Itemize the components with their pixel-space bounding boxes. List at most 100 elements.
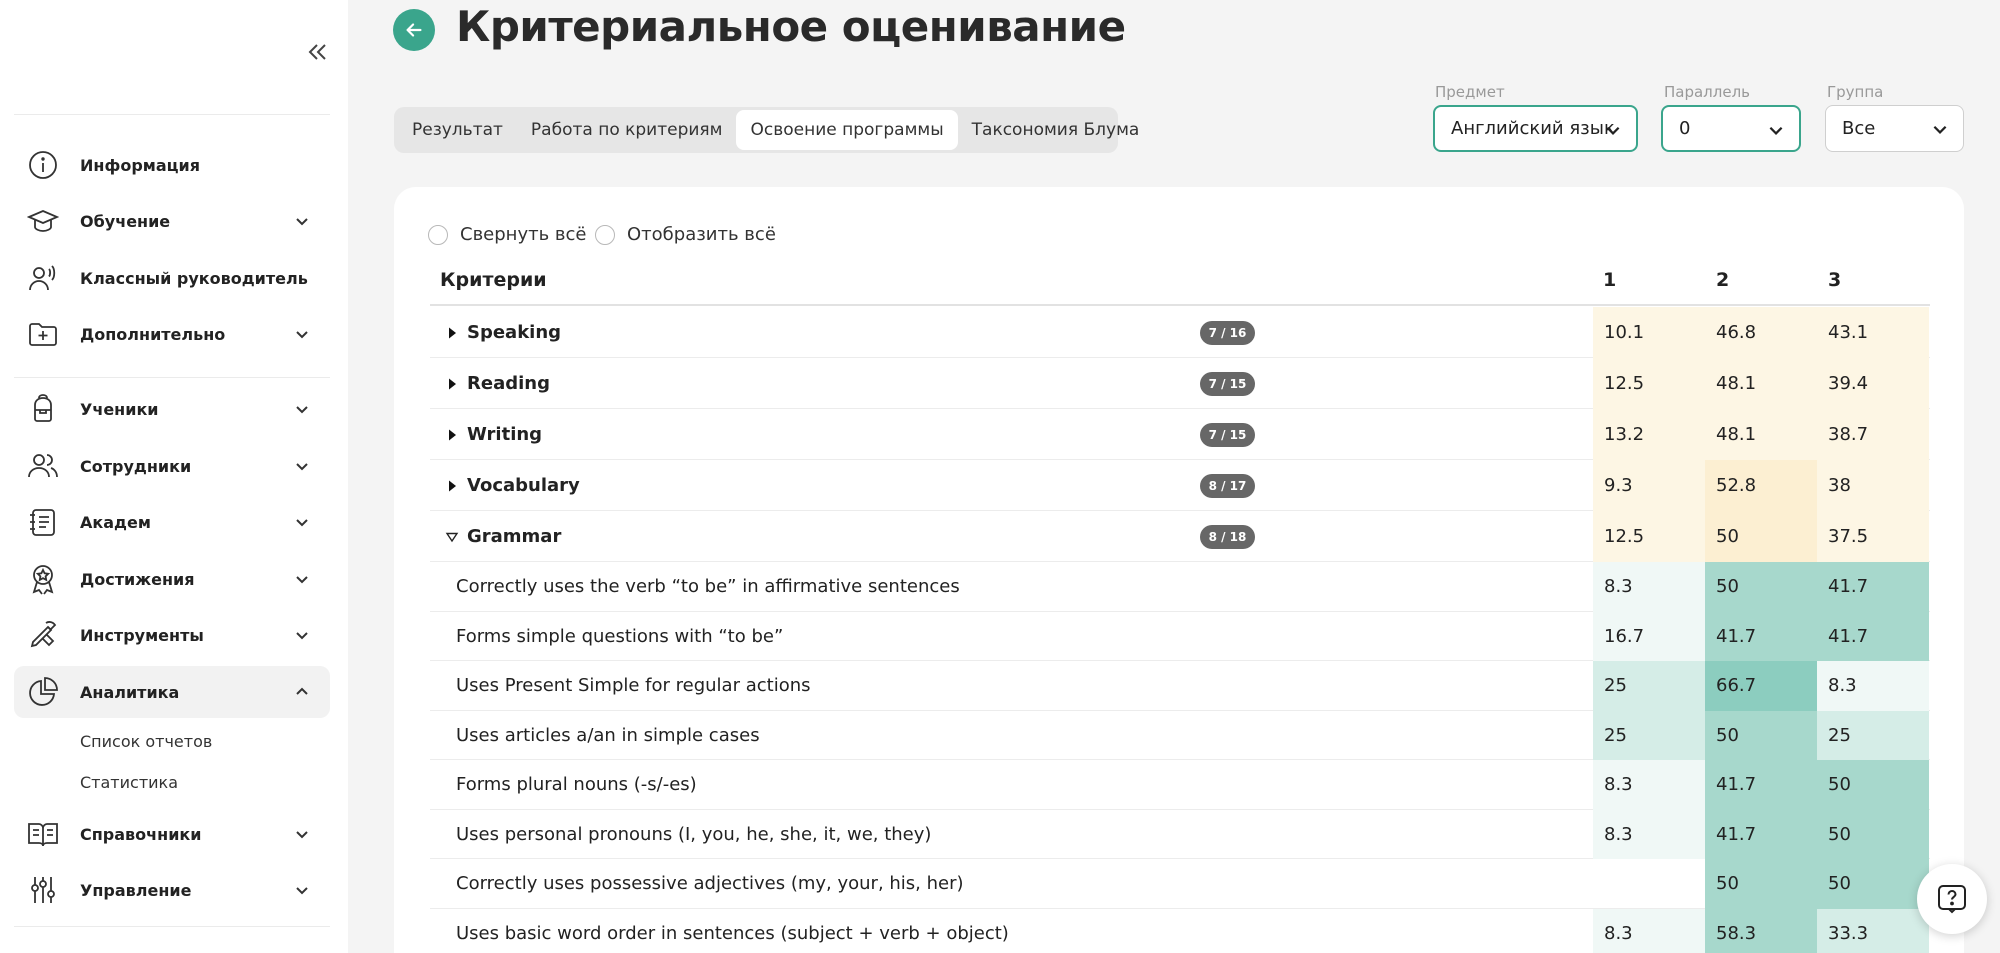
sidebar-item-label: Справочники	[80, 824, 202, 844]
sidebar-divider	[14, 377, 330, 378]
criteria-group-row[interactable]: Vocabulary 8 / 17 9.3 52.8 38	[430, 460, 1930, 511]
sidebar-item-label: Обучение	[80, 211, 171, 231]
score-cell-level-1: 10.1	[1593, 307, 1705, 358]
group-select[interactable]: Все	[1825, 105, 1964, 152]
sidebar-item-analytics[interactable]: Аналитика	[14, 666, 330, 718]
view-tabs: Результат Работа по критериям Освоение п…	[394, 107, 1139, 153]
table-header: Критерии 1 2 3	[430, 263, 1930, 306]
criteria-group-label: Writing	[467, 424, 543, 445]
score-cell-level-2: 50	[1705, 859, 1817, 909]
tab-bloom-taxonomy[interactable]: Таксономия Блума	[958, 110, 1154, 150]
score-cell-level-2: 41.7	[1705, 760, 1817, 810]
sidebar-item-tools[interactable]: Инструменты	[14, 609, 330, 661]
criteria-group-label: Reading	[467, 373, 550, 394]
tab-result[interactable]: Результат	[398, 110, 517, 150]
score-cell-level-3: 38.7	[1817, 409, 1929, 460]
criteria-group-row[interactable]: Speaking 7 / 16 10.1 46.8 43.1	[430, 307, 1930, 358]
sidebar-subitem-reports-list[interactable]: Список отчетов	[80, 732, 212, 751]
sidebar-item-label: Классный руководитель	[80, 268, 308, 288]
triangle-right-icon[interactable]	[443, 324, 461, 342]
score-cell-level-1: 8.3	[1593, 809, 1705, 859]
score-cell-level-1	[1593, 859, 1705, 909]
criterion-name: Forms simple questions with “to be”	[456, 625, 784, 647]
sidebar-item-label: Достижения	[80, 569, 195, 589]
users-icon	[26, 449, 60, 483]
criteria-group-label: Grammar	[467, 526, 562, 547]
criteria-group-name: Writing	[443, 409, 542, 460]
criterion-row: Forms simple questions with “to be” 16.7 4…	[430, 611, 1930, 661]
collapse-all-radio[interactable]: Свернуть всё	[428, 224, 587, 245]
triangle-down-outline-icon[interactable]	[443, 528, 461, 546]
sidebar-item-achievements[interactable]: Достижения	[14, 553, 330, 605]
subject-select-value: Английский язык	[1451, 118, 1615, 139]
criteria-group-row[interactable]: Reading 7 / 15 12.5 48.1 39.4	[430, 358, 1930, 409]
score-cell-level-2: 48.1	[1705, 409, 1817, 460]
collapse-sidebar-button[interactable]	[306, 40, 330, 70]
sidebar-item-education[interactable]: Обучение	[14, 195, 330, 247]
page-title: Критериальное оценивание	[456, 2, 1126, 51]
chevron-down-icon	[1933, 125, 1947, 134]
sidebar-divider	[14, 926, 330, 927]
graduation-cap-icon	[26, 204, 60, 238]
sidebar-item-label: Управление	[80, 880, 192, 900]
criteria-count-badge: 7 / 15	[1200, 422, 1255, 447]
sidebar: Информация Обучение Классный руководител…	[0, 0, 348, 953]
sidebar-item-label: Аналитика	[80, 682, 180, 702]
score-cell-level-2: 50	[1705, 511, 1817, 562]
notebook-icon	[26, 505, 60, 539]
score-cell-level-3: 50	[1817, 859, 1929, 909]
sidebar-item-info[interactable]: Информация	[14, 139, 330, 191]
parallel-select[interactable]: 0	[1661, 105, 1801, 152]
sliders-icon	[26, 873, 60, 907]
criteria-group-row[interactable]: Grammar 8 / 18 12.5 50 37.5	[430, 511, 1930, 562]
criteria-group-name: Speaking	[443, 307, 561, 358]
criterion-row: Uses personal pronouns (I, you, he, she,…	[430, 809, 1930, 859]
criterion-row: Forms plural nouns (-s/-es) 8.3 41.7 50	[430, 760, 1930, 810]
score-cell-level-2: 50	[1705, 562, 1817, 612]
score-cell-level-1: 25	[1593, 710, 1705, 760]
triangle-right-icon[interactable]	[443, 375, 461, 393]
chevron-up-icon	[292, 682, 312, 702]
sidebar-item-label: Инструменты	[80, 625, 204, 645]
folder-plus-icon	[26, 317, 60, 351]
help-button[interactable]	[1917, 864, 1987, 934]
chevron-down-icon	[292, 399, 312, 419]
criteria-group-row[interactable]: Writing 7 / 15 13.2 48.1 38.7	[430, 409, 1930, 460]
expand-all-label: Отобразить всё	[627, 224, 776, 245]
sidebar-item-management[interactable]: Управление	[14, 864, 330, 916]
chevron-down-icon	[292, 512, 312, 532]
triangle-right-icon[interactable]	[443, 426, 461, 444]
expand-all-radio[interactable]: Отобразить всё	[595, 224, 776, 245]
sidebar-item-label: Информация	[80, 155, 200, 175]
sidebar-item-students[interactable]: Ученики	[14, 383, 330, 435]
sidebar-item-academ[interactable]: Академ	[14, 496, 330, 548]
tab-criteria-work[interactable]: Работа по критериям	[517, 110, 737, 150]
score-cell-level-2: 50	[1705, 710, 1817, 760]
criterion-name: Correctly uses possessive adjectives (my…	[456, 873, 964, 895]
sidebar-item-references[interactable]: Справочники	[14, 808, 330, 860]
sidebar-subitem-statistics[interactable]: Статистика	[80, 773, 178, 792]
radio-circle	[428, 224, 448, 245]
chevron-down-icon	[292, 880, 312, 900]
sidebar-item-label: Ученики	[80, 399, 159, 419]
subject-label: Предмет	[1435, 83, 1505, 101]
sidebar-item-additional[interactable]: Дополнительно	[14, 308, 330, 360]
chevron-down-icon	[292, 569, 312, 589]
score-cell-level-2: 48.1	[1705, 358, 1817, 409]
collapse-all-label: Свернуть всё	[460, 224, 587, 245]
criteria-group-name: Reading	[443, 358, 550, 409]
subject-select[interactable]: Английский язык	[1433, 105, 1638, 152]
sidebar-item-staff[interactable]: Сотрудники	[14, 440, 330, 492]
back-button[interactable]	[393, 9, 435, 51]
criterion-name: Correctly uses the verb “to be” in affir…	[456, 576, 960, 598]
criteria-count-badge: 8 / 18	[1200, 524, 1255, 549]
parallel-select-value: 0	[1679, 118, 1691, 139]
sidebar-item-class-teacher[interactable]: Классный руководитель	[14, 252, 330, 304]
triangle-right-icon[interactable]	[443, 477, 461, 495]
score-cell-level-1: 9.3	[1593, 460, 1705, 511]
tab-program-mastery[interactable]: Освоение программы	[736, 110, 958, 150]
backpack-icon	[26, 392, 60, 426]
criterion-name: Uses basic word order in sentences (subj…	[456, 922, 1009, 944]
score-cell-level-3: 25	[1817, 710, 1929, 760]
criterion-name: Uses personal pronouns (I, you, he, she,…	[456, 823, 932, 845]
